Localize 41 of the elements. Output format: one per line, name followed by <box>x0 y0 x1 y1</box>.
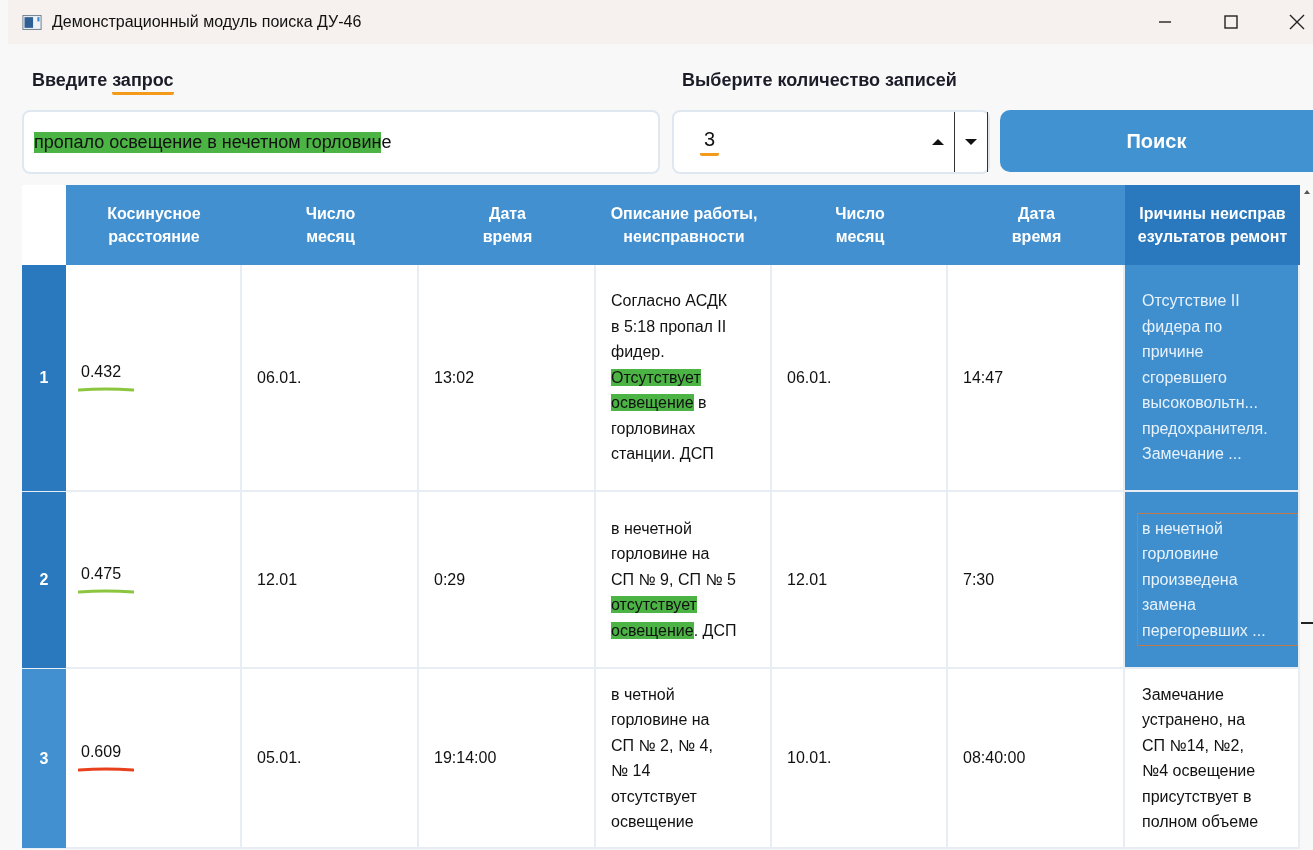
table-cell-text: Отсутствие II фидера по причине сгоревшего высоковольтн... предохранителя. Замечание ... <box>1141 291 1269 465</box>
table-cell-text: 12.01 <box>257 570 299 589</box>
table-cell-text: 19:14:00 <box>434 749 498 767</box>
table-cell-text: Замечание устранено, на СП №14, №2, №4 освещение присутствует в полном объеме <box>1141 684 1260 832</box>
column-header[interactable]: Iричины неисправ езультатов ремонт <box>1125 185 1300 265</box>
scrollbar-thumb[interactable] <box>1300 622 1313 624</box>
table-cell-text: в четной горловине на СП № 2, № 4, № 14 отсутствует освещение <box>611 684 714 832</box>
maximize-icon[interactable] <box>1221 12 1241 32</box>
count-label: Выберите количество записей <box>682 70 958 92</box>
table-cell-text: 0.432 <box>81 362 123 381</box>
table-cell-text: 06.01. <box>787 368 833 387</box>
table-cell-text: 06.01. <box>257 368 303 387</box>
app-icon <box>22 14 42 30</box>
row-header[interactable]: 3 <box>22 669 66 849</box>
row-header[interactable]: 2 <box>22 492 66 669</box>
close-icon[interactable] <box>1287 12 1307 32</box>
query-label: Введите запрос <box>32 70 660 94</box>
table-cell-text: 13:02 <box>434 368 476 387</box>
table-cell-text: 10.01. <box>787 749 833 767</box>
count-spinbox[interactable]: 3 <box>672 110 990 174</box>
table-cell-text: 12.01 <box>787 570 829 589</box>
table-cell-text: 7:30 <box>963 570 996 589</box>
table-cell-text: 05.01. <box>257 749 303 767</box>
table-cell-text: 0:29 <box>434 570 467 589</box>
table-cell-text: в нечетной горловине на СП № 9, СП № 5 отсутствует освещение. ДСП <box>611 518 738 641</box>
table-cell-text: 0.475 <box>81 564 123 583</box>
table-cell-text: Согласно АСДК в 5:18 пропал II фидер. Отсутствует освещение в горловинах станции. ДСП <box>611 291 729 465</box>
window-title: Демонстрационный модуль поиска ДУ-46 <box>52 13 362 31</box>
column-header[interactable]: Число месяц <box>772 185 948 265</box>
table-cell: в нечетной горловине произведена замена перегоревших ... <box>1137 512 1298 647</box>
query-field[interactable]: пропало освещение в нечетном горловине <box>22 110 660 174</box>
table-cell-text: 0.609 <box>81 743 123 761</box>
column-header[interactable]: Дата время <box>948 185 1125 265</box>
column-header[interactable]: Описание работы, неисправности <box>596 185 772 265</box>
column-header[interactable]: Число месяц <box>242 185 419 265</box>
column-header[interactable]: Косинусное расстояние <box>66 185 242 265</box>
table-cell-text: 08:40:00 <box>963 749 1027 767</box>
column-header[interactable]: Дата время <box>419 185 596 265</box>
table-cell-text: 14:47 <box>963 368 1005 387</box>
row-header[interactable]: 1 <box>22 265 66 492</box>
search-button[interactable]: Поиск <box>1000 110 1313 172</box>
